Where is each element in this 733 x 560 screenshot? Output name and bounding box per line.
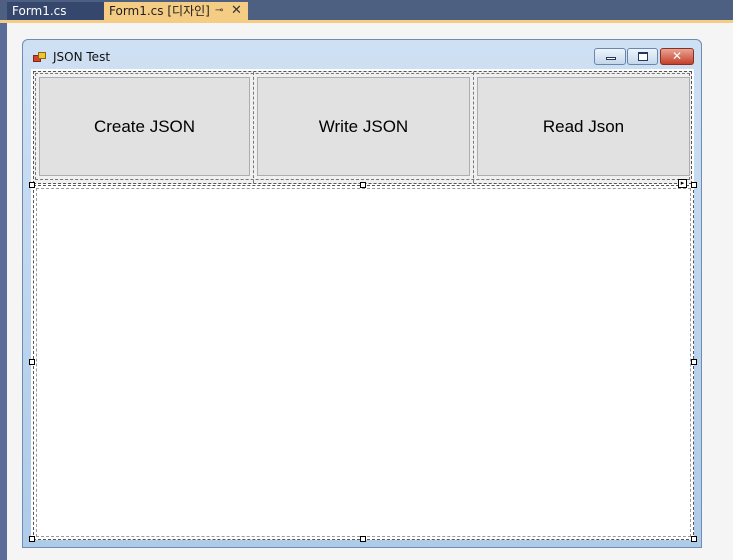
table-layout-panel[interactable]: Create JSON Write JSON Read Json — [33, 71, 692, 184]
tab-label: Form1.cs [디자인] — [109, 4, 210, 18]
close-window-button[interactable]: ✕ — [660, 48, 694, 65]
create-json-button[interactable]: Create JSON — [39, 77, 250, 176]
cell-divider — [253, 72, 254, 183]
tab-label: Form1.cs — [12, 4, 67, 18]
close-icon: ✕ — [671, 49, 683, 63]
tab-form1-cs[interactable]: Form1.cs — [7, 2, 104, 20]
resize-handle[interactable] — [691, 536, 697, 542]
output-textbox[interactable] — [33, 185, 694, 540]
minimize-icon — [606, 57, 616, 60]
resize-handle[interactable] — [29, 182, 35, 188]
form-title: JSON Test — [53, 50, 111, 64]
form-icon — [33, 52, 46, 62]
form-window[interactable]: JSON Test ✕ Create JSON Write JSON Read … — [22, 39, 702, 548]
resize-handle[interactable] — [29, 359, 35, 365]
maximize-button[interactable] — [627, 48, 658, 65]
resize-handle[interactable] — [360, 536, 366, 542]
ide-frame-edge — [0, 23, 7, 560]
document-tab-strip: Form1.cs Form1.cs [디자인] ⊸ ✕ — [0, 0, 733, 22]
cell-divider — [473, 72, 474, 183]
form-client-area: Create JSON Write JSON Read Json ▸ — [29, 69, 697, 542]
resize-handle[interactable] — [360, 182, 366, 188]
read-json-button[interactable]: Read Json — [477, 77, 690, 176]
tab-form1-designer[interactable]: Form1.cs [디자인] ⊸ ✕ — [104, 2, 248, 21]
resize-handle[interactable] — [691, 359, 697, 365]
minimize-button[interactable] — [594, 48, 626, 65]
resize-handle[interactable] — [29, 536, 35, 542]
close-icon[interactable]: ✕ — [231, 2, 242, 20]
write-json-button[interactable]: Write JSON — [257, 77, 470, 176]
textbox-inner-border — [36, 188, 691, 537]
pin-icon[interactable]: ⊸ — [215, 2, 223, 20]
maximize-icon — [638, 52, 648, 61]
resize-handle[interactable] — [691, 182, 697, 188]
smart-tag-icon[interactable]: ▸ — [678, 179, 687, 188]
